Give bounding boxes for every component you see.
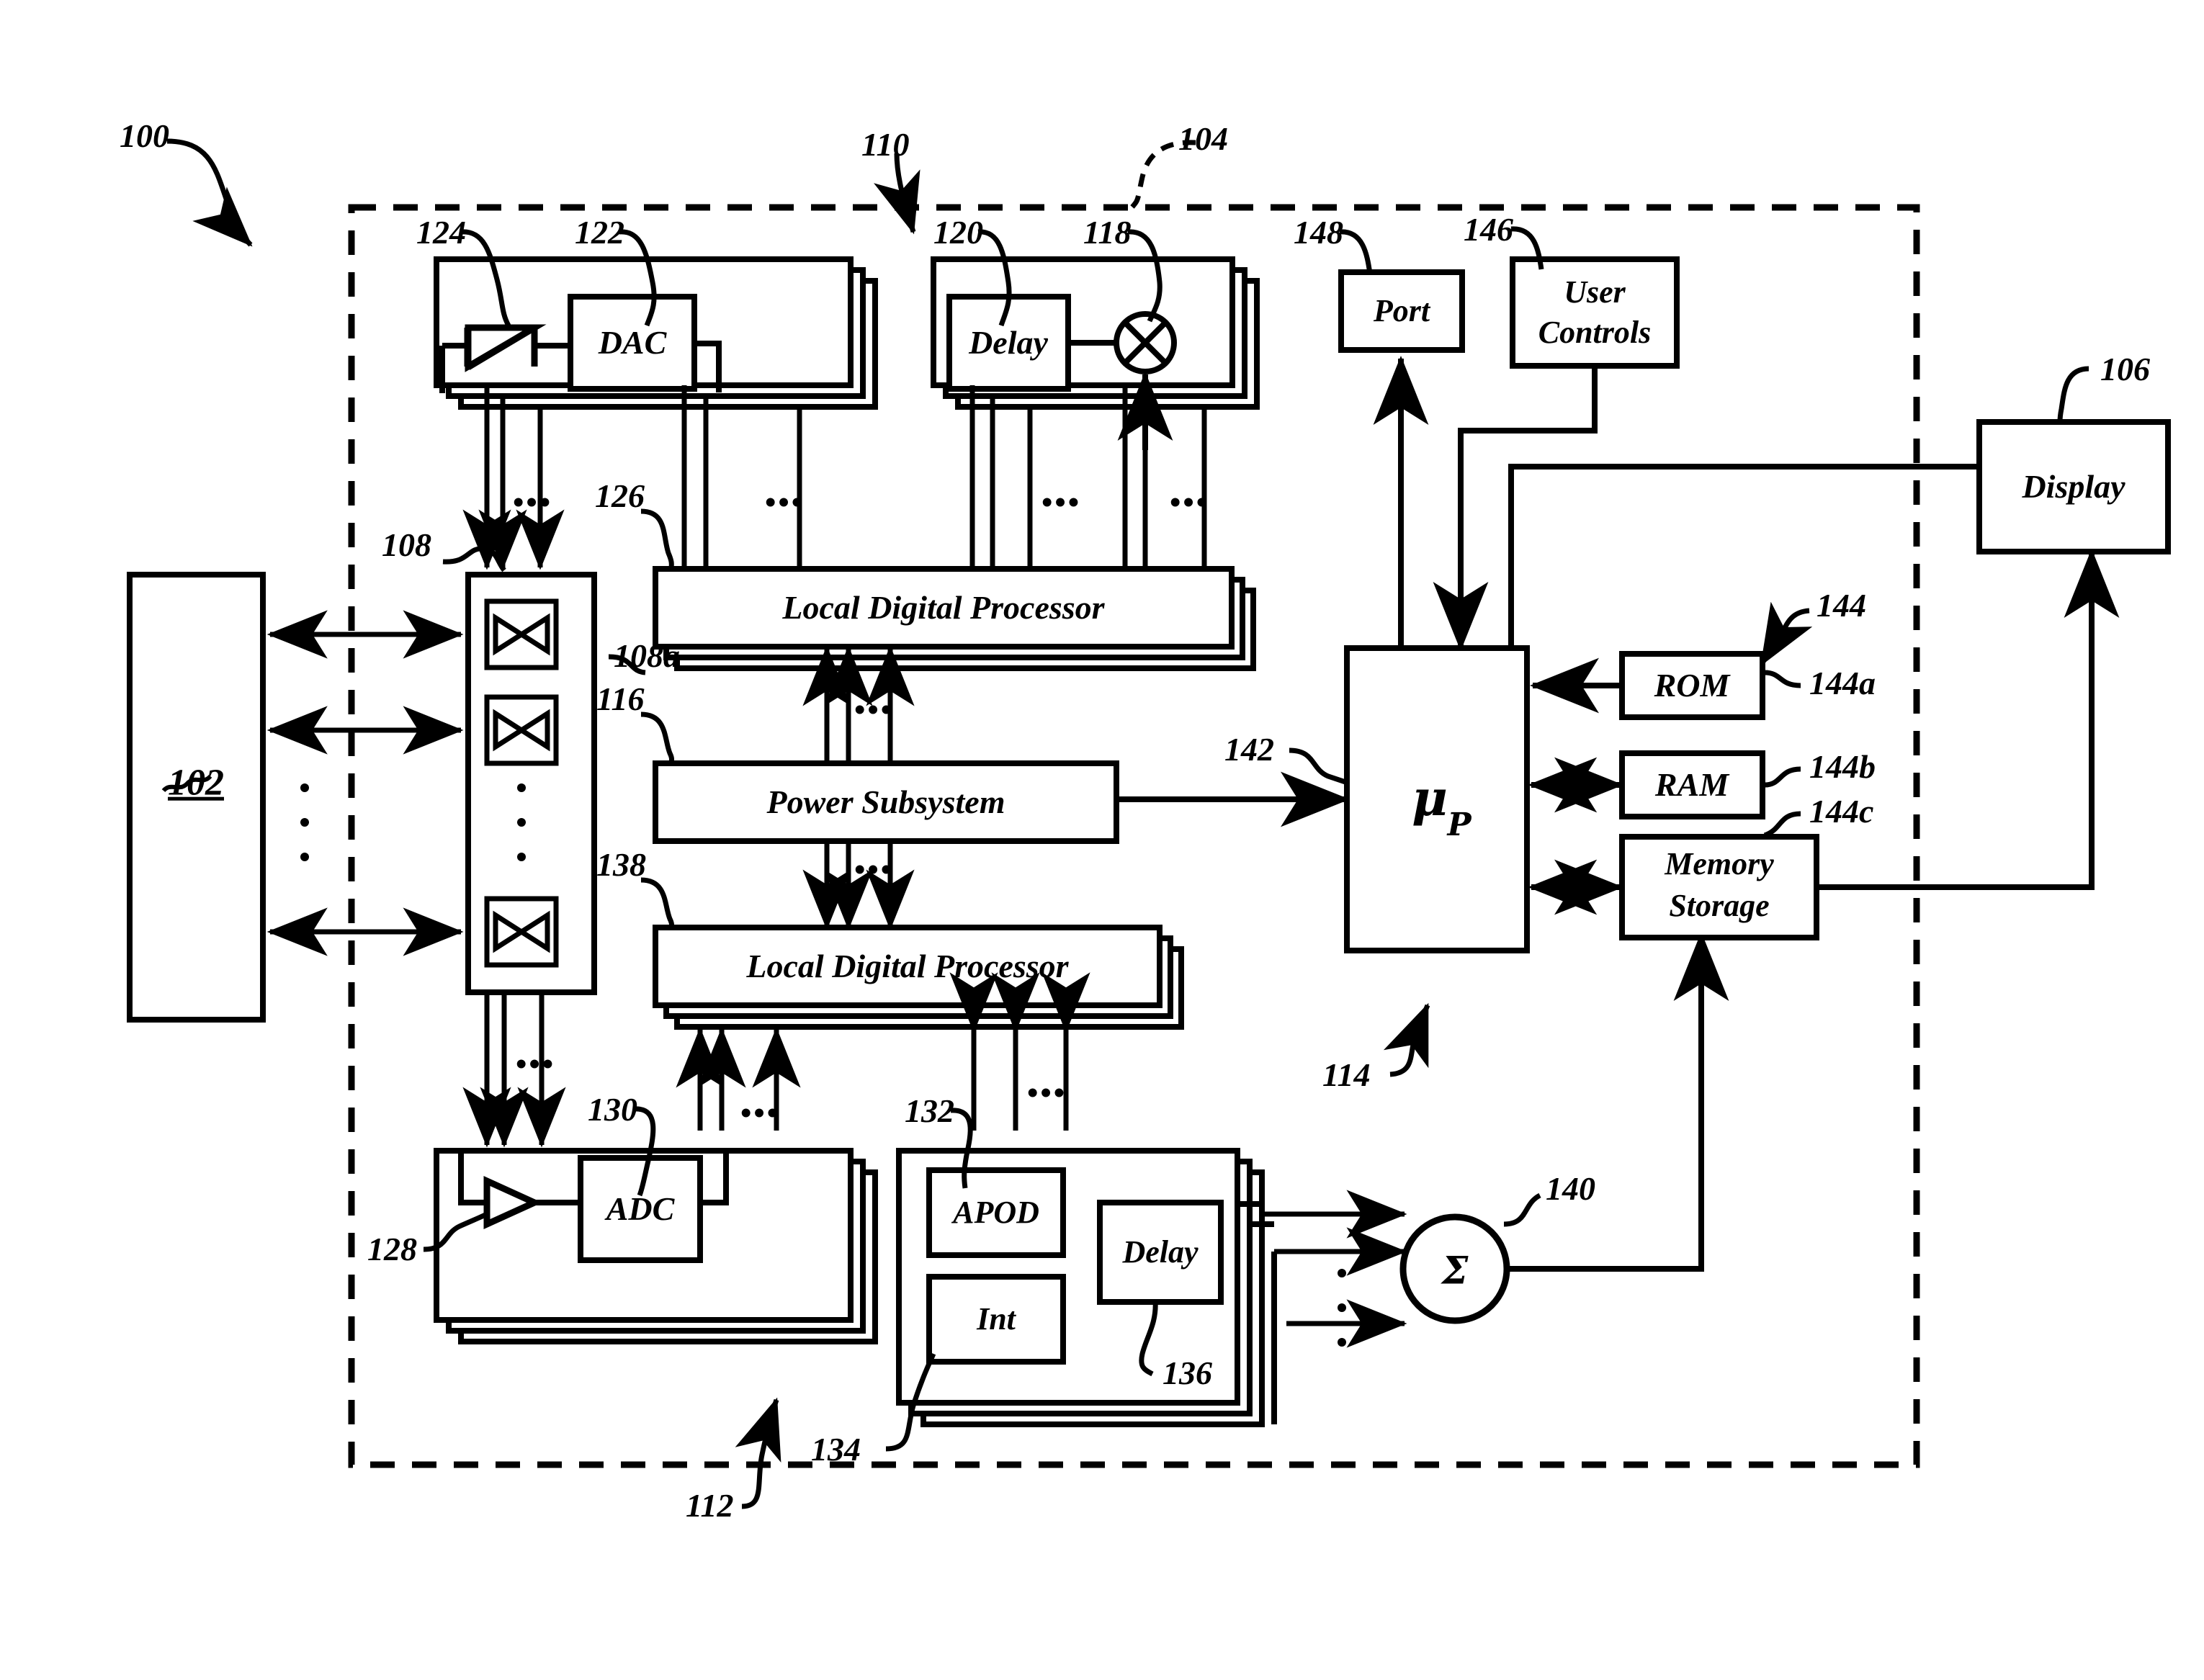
ref-142: 142 <box>1224 731 1274 768</box>
rom-block <box>1619 651 1765 720</box>
ref-136: 136 <box>1163 1355 1212 1391</box>
leader-100 <box>166 138 253 247</box>
user-controls-to-microprocessor-link <box>1433 366 1598 651</box>
ref-130: 130 <box>588 1091 637 1128</box>
ref-128: 128 <box>367 1231 417 1267</box>
ref-134: 134 <box>811 1431 861 1468</box>
ellipsis-beamformer-up: ••• <box>1027 1075 1067 1110</box>
ellipsis-delay-1: ••• <box>1041 485 1082 520</box>
ref-110: 110 <box>861 126 910 163</box>
ref-114: 114 <box>1322 1056 1371 1093</box>
ref-146: 146 <box>1464 211 1513 248</box>
leader-126 <box>640 508 674 570</box>
ellipsis-transducer-channels <box>300 783 309 887</box>
leader-138 <box>640 877 674 928</box>
memory-storage-block <box>1619 834 1819 940</box>
leader-108 <box>442 546 506 572</box>
ref-116: 116 <box>596 680 645 717</box>
leader-114 <box>1383 1002 1430 1077</box>
ref-144b: 144b <box>1809 748 1876 785</box>
receive-local-digital-processor-block <box>653 925 1163 1008</box>
microprocessor-block <box>1344 645 1530 953</box>
leader-116 <box>640 711 674 764</box>
ellipsis-delay-2: ••• <box>1170 485 1210 520</box>
dac-box <box>568 294 697 392</box>
ref-118: 118 <box>1083 214 1132 251</box>
ref-138: 138 <box>596 846 646 883</box>
ref-112: 112 <box>686 1487 734 1524</box>
ref-100: 100 <box>120 117 169 154</box>
ram-block <box>1619 750 1765 819</box>
ref-120: 120 <box>933 214 983 251</box>
patent-figure-canvas: 100 104 110 124 122 120 118 148 146 106 … <box>0 0 2204 1680</box>
ref-144a: 144a <box>1809 665 1876 701</box>
ellipsis-summer-inputs <box>1338 1269 1346 1373</box>
summer-to-memory-link <box>1507 932 1729 1272</box>
ref-104: 104 <box>1178 120 1228 157</box>
diagram-vector-layer <box>127 138 2171 1509</box>
leader-142 <box>1289 747 1347 785</box>
ref-124: 124 <box>416 214 466 251</box>
ellipsis-power-out: ••• <box>854 852 895 887</box>
transducer-array-block <box>127 572 266 1023</box>
port-block <box>1338 269 1465 353</box>
leader-148 <box>1339 229 1373 274</box>
ellipsis-switch-to-adc: ••• <box>516 1046 556 1082</box>
leader-110 <box>874 153 920 235</box>
display-block <box>1976 419 2171 554</box>
power-subsystem-block <box>653 760 1119 844</box>
receive-delay-box <box>1097 1200 1224 1305</box>
ellipsis-dac-in: ••• <box>765 485 805 520</box>
summer-circle <box>1399 1213 1510 1324</box>
ref-106: 106 <box>2100 351 2150 387</box>
ref-132: 132 <box>905 1092 954 1129</box>
ref-140: 140 <box>1546 1170 1595 1207</box>
leader-106 <box>2057 366 2089 423</box>
ref-144c: 144c <box>1809 793 1874 830</box>
integrator-box <box>926 1274 1066 1365</box>
ellipsis-power-in: ••• <box>854 692 895 727</box>
leader-144b <box>1764 766 1801 788</box>
apod-box <box>926 1167 1066 1258</box>
ref-122: 122 <box>575 214 624 251</box>
leader-144 <box>1759 601 1813 667</box>
ref-108: 108 <box>382 526 431 563</box>
leader-112 <box>735 1397 781 1509</box>
ellipsis-adc-up: ••• <box>740 1095 781 1131</box>
leader-144a <box>1764 670 1801 688</box>
adc-box <box>578 1155 703 1263</box>
ref-144: 144 <box>1816 587 1866 624</box>
ref-108a: 108a <box>614 637 680 674</box>
transmit-local-digital-processor-block <box>653 566 1235 650</box>
ellipsis-dac-out: ••• <box>513 485 553 520</box>
ellipsis-switch-channels <box>517 783 526 887</box>
leader-140 <box>1503 1192 1541 1227</box>
leader-144c <box>1763 811 1801 838</box>
ref-126: 126 <box>595 477 645 514</box>
ref-148: 148 <box>1294 214 1343 251</box>
user-controls-block <box>1510 256 1680 369</box>
